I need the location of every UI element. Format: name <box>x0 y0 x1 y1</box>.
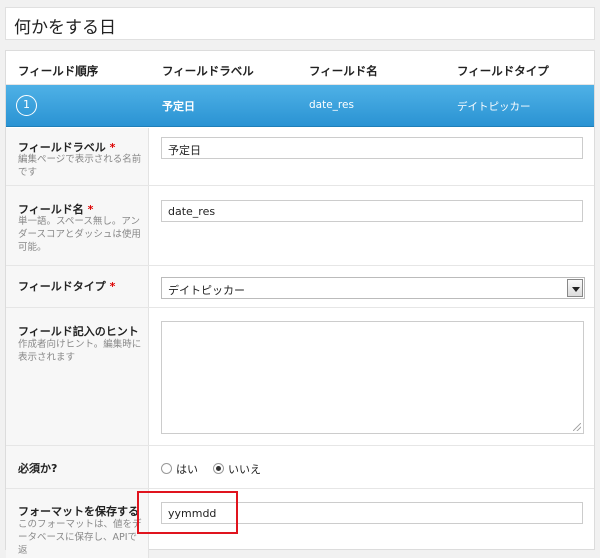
chevron-down-icon[interactable] <box>567 279 583 297</box>
field-row-type: デイトピッカー <box>457 101 531 113</box>
column-field-label: フィールドラベル <box>162 64 254 78</box>
field-row-label[interactable]: 予定日 <box>162 98 195 114</box>
column-field-type: フィールドタイプ <box>457 64 549 78</box>
save-format-title: フォーマットを保存する <box>18 505 139 518</box>
field-type-title-text: フィールドタイプ <box>18 280 106 293</box>
field-name-hint: 単一語。スペース無し。アンダースコアとダッシュは使用可能。 <box>18 216 141 253</box>
instructions-textarea[interactable] <box>161 321 584 434</box>
field-row-active[interactable]: 1 予定日 date_res デイトピッカー <box>6 85 594 127</box>
page-title: 何かをする日 <box>14 18 116 38</box>
field-row-name: date_res <box>309 99 354 111</box>
annotation-highlight-box <box>137 491 238 534</box>
instructions-title: フィールド記入のヒント <box>18 325 139 338</box>
row-divider <box>6 488 594 489</box>
field-label-input[interactable]: 予定日 <box>161 137 583 159</box>
resize-grip-icon[interactable] <box>573 423 581 431</box>
instructions-hint: 作成者向けヒント。編集時に表示されます <box>18 339 142 363</box>
column-field-order: フィールド順序 <box>18 64 99 78</box>
field-name-input[interactable]: date_res <box>161 200 583 222</box>
required-marker: * <box>109 280 116 293</box>
column-field-name: フィールド名 <box>309 64 378 78</box>
row-divider <box>6 265 594 266</box>
save-format-hint: このフォーマットは、値をデータベースに保存し、APIで返 <box>18 519 142 556</box>
required-yes-radio[interactable] <box>161 463 172 474</box>
field-type-title: フィールドタイプ * <box>18 278 115 294</box>
row-divider <box>6 445 594 446</box>
fields-panel: フィールド順序 フィールドラベル フィールド名 フィールドタイプ 1 予定日 d… <box>5 50 595 558</box>
required-yes-label[interactable]: はい <box>176 461 198 477</box>
row-divider <box>6 307 594 308</box>
field-type-selected-value: デイトピッカー <box>168 284 245 297</box>
field-order-handle[interactable]: 1 <box>16 95 37 116</box>
field-type-select[interactable]: デイトピッカー <box>161 277 585 299</box>
row-divider <box>6 185 594 186</box>
required-no-label[interactable]: いいえ <box>228 461 261 477</box>
required-no-radio[interactable] <box>213 463 224 474</box>
required-title: 必須か? <box>18 462 58 475</box>
page-title-box: 何かをする日 <box>5 7 595 40</box>
field-label-hint: 編集ページで表示される名前です <box>18 154 142 178</box>
fields-table-header: フィールド順序 フィールドラベル フィールド名 フィールドタイプ <box>6 51 594 85</box>
